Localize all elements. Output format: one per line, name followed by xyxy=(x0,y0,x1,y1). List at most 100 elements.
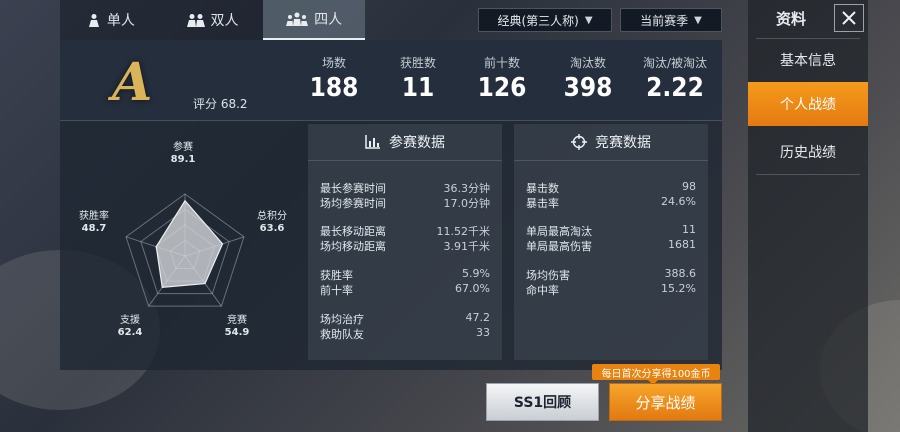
stat-row: 前十率 67.0% xyxy=(320,282,490,297)
stat-row: 暴击数 98 xyxy=(526,180,696,195)
side-item-basic-info[interactable]: 基本信息 xyxy=(748,38,868,82)
row-key: 最长移动距离 xyxy=(320,225,386,238)
row-key: 场均参赛时间 xyxy=(320,197,386,210)
row-key: 获胜率 xyxy=(320,269,353,282)
share-record-button[interactable]: 分享战绩 xyxy=(609,383,722,421)
tab-single[interactable]: 单人 xyxy=(60,0,162,40)
profile-side-panel: 资料 基本信息 个人战绩 历史战绩 xyxy=(748,0,868,432)
radar-axis-label: 支援 xyxy=(120,315,140,326)
stat-value: 126 xyxy=(477,73,527,103)
row-value: 3.91千米 xyxy=(443,240,491,253)
stat-label: 淘汰/被淘汰 xyxy=(642,56,708,70)
side-item-label: 个人战绩 xyxy=(780,97,836,113)
row-key: 暴击数 xyxy=(526,182,559,195)
tab-label: 四人 xyxy=(314,12,343,28)
rating-label: 评分 xyxy=(193,97,218,111)
stat-row: 最长参赛时间 36.3分钟 xyxy=(320,180,490,195)
crosshair-icon xyxy=(571,134,587,150)
row-key: 场均移动距离 xyxy=(320,240,386,253)
radar-label-total-score: 总积分 63.6 xyxy=(247,211,297,235)
side-item-personal-record[interactable]: 个人战绩 xyxy=(748,82,868,126)
row-value: 11.52千米 xyxy=(436,225,491,238)
stat-row: 单局最高淘汰 11 xyxy=(526,223,696,238)
stats-panel: A 评分 68.2 场数 188 获胜数 11 前十数 126 淘汰数 398 xyxy=(60,40,722,370)
competition-card: 竞赛数据 暴击数 98 暴击率 24.6% 单局最高淘汰 11 单局最高伤害 1681 … xyxy=(514,124,708,360)
stat-wins: 获胜数 11 xyxy=(378,54,458,103)
stat-row: 场均参赛时间 17.0分钟 xyxy=(320,195,490,210)
stat-label: 淘汰数 xyxy=(569,56,606,70)
stat-value: 11 xyxy=(401,73,435,103)
row-value: 33 xyxy=(476,326,490,339)
row-key: 场均伤害 xyxy=(526,269,570,282)
radar-axis-value: 89.1 xyxy=(170,154,196,165)
row-key: 暴击率 xyxy=(526,197,559,210)
radar-axis-label: 获胜率 xyxy=(79,211,109,222)
stat-row: 单局最高伤害 1681 xyxy=(526,238,696,253)
row-value: 98 xyxy=(682,180,696,193)
summary-bar: A 评分 68.2 场数 188 获胜数 11 前十数 126 淘汰数 398 xyxy=(60,40,722,121)
divider xyxy=(756,174,860,175)
row-value: 5.9% xyxy=(462,267,490,280)
row-value: 47.2 xyxy=(465,311,491,324)
stat-matches: 场数 188 xyxy=(294,54,374,103)
mode-tabs: 单人 双人 四人 xyxy=(60,0,366,40)
row-key: 前十率 xyxy=(320,284,353,297)
radar-label-participation: 参赛 89.1 xyxy=(158,142,208,166)
participation-card: 参赛数据 最长参赛时间 36.3分钟 场均参赛时间 17.0分钟 最长移动距离 11.… xyxy=(308,124,502,360)
row-key: 命中率 xyxy=(526,284,559,297)
radar-axis-value: 63.6 xyxy=(259,223,285,234)
row-key: 单局最高伤害 xyxy=(526,240,592,253)
season-select[interactable]: 当前赛季 ▼ xyxy=(620,8,722,32)
chevron-down-icon: ▼ xyxy=(584,14,593,26)
season-value: 当前赛季 xyxy=(640,13,689,28)
career-stats-screen: 单人 双人 四人 经典(第三人称) ▼ 当前赛季 ▼ 资料 基本信息 个人战绩 … xyxy=(0,0,900,432)
tab-label: 单人 xyxy=(106,13,135,29)
row-value: 15.2% xyxy=(661,282,696,295)
row-key: 场均治疗 xyxy=(320,313,364,326)
radar-axis-value: 62.4 xyxy=(117,327,143,338)
stat-label: 获胜数 xyxy=(399,56,436,70)
stat-row: 场均移动距离 3.91千米 xyxy=(320,238,490,253)
radar-label-win-rate: 获胜率 48.7 xyxy=(69,211,119,235)
stat-top10: 前十数 126 xyxy=(462,54,542,103)
grade-badge: A xyxy=(112,52,153,113)
card-header: 竞赛数据 xyxy=(514,124,708,161)
rating: 评分 68.2 xyxy=(193,95,248,112)
perspective-value: 经典(第三人称) xyxy=(497,13,579,28)
radar-label-support: 支援 62.4 xyxy=(105,315,155,339)
row-key: 单局最高淘汰 xyxy=(526,225,592,238)
card-title: 竞赛数据 xyxy=(595,135,651,151)
tab-squad[interactable]: 四人 xyxy=(263,0,366,40)
bar-chart-icon xyxy=(365,135,380,149)
side-item-label: 基本信息 xyxy=(780,53,836,69)
perspective-select[interactable]: 经典(第三人称) ▼ xyxy=(478,8,612,32)
chevron-down-icon: ▼ xyxy=(694,14,702,26)
stat-kills: 淘汰数 398 xyxy=(548,54,628,103)
single-player-icon xyxy=(88,14,99,27)
row-key: 救助队友 xyxy=(320,328,364,341)
tab-duo[interactable]: 双人 xyxy=(162,0,264,40)
stat-value: 188 xyxy=(309,73,359,103)
ss1-review-button[interactable]: SS1回顾 xyxy=(486,383,599,421)
stat-label: 前十数 xyxy=(483,56,520,70)
stat-label: 场数 xyxy=(321,56,346,70)
radar-label-competition: 竞赛 54.9 xyxy=(212,315,262,339)
stat-value: 2.22 xyxy=(646,73,704,103)
close-button[interactable] xyxy=(834,4,864,32)
card-title: 参赛数据 xyxy=(389,135,445,151)
squad-icon xyxy=(286,12,309,26)
radar-axis-label: 参赛 xyxy=(173,142,193,153)
duo-icon xyxy=(186,14,205,27)
close-icon xyxy=(842,11,856,25)
stat-row: 暴击率 24.6% xyxy=(526,195,696,210)
side-item-history[interactable]: 历史战绩 xyxy=(748,130,868,174)
row-value: 1681 xyxy=(668,238,696,251)
radar-axis-label: 竞赛 xyxy=(227,315,247,326)
stat-row: 场均伤害 388.6 xyxy=(526,267,696,282)
radar-chart xyxy=(125,193,245,307)
card-header: 参赛数据 xyxy=(308,124,502,161)
stat-kd: 淘汰/被淘汰 2.22 xyxy=(632,54,718,103)
stat-row: 救助队友 33 xyxy=(320,326,490,341)
row-value: 67.0% xyxy=(455,282,490,295)
stat-row: 场均治疗 47.2 xyxy=(320,311,490,326)
